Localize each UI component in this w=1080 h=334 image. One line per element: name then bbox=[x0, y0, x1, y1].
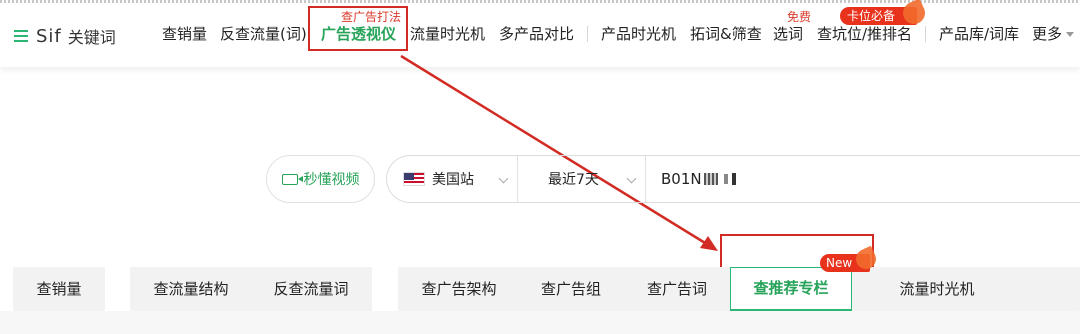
redacted-text bbox=[723, 174, 728, 184]
menu-icon[interactable] bbox=[14, 30, 28, 42]
nav-item-more[interactable]: 更多 bbox=[1032, 24, 1075, 44]
free-hint-text: 免费 bbox=[787, 10, 812, 24]
video-icon bbox=[281, 173, 303, 185]
nav-item-rank-position[interactable]: 查坑位/推排名 bbox=[817, 24, 912, 44]
tab-traffic-timemachine[interactable]: 流量时光机 bbox=[880, 267, 994, 311]
chevron-down-icon bbox=[498, 173, 509, 184]
search-bar: 美国站 最近7天 B01N bbox=[386, 155, 1080, 203]
nav-item-product-compare[interactable]: 多产品对比 bbox=[499, 24, 574, 44]
tab-ad-keywords[interactable]: 查广告词 bbox=[624, 267, 730, 311]
nav-item-keyword-expand[interactable]: 拓词&筛查 bbox=[690, 24, 762, 44]
tab-traffic-structure[interactable]: 查流量结构 bbox=[136, 267, 246, 311]
tab-reverse-traffic-words[interactable]: 反查流量词 bbox=[256, 267, 366, 311]
country-label: 美国站 bbox=[432, 172, 474, 188]
nav-divider bbox=[587, 26, 588, 42]
brand-name: Sif bbox=[36, 25, 62, 47]
asin-value: B01N bbox=[661, 170, 702, 188]
content-area-top bbox=[0, 311, 1080, 334]
redacted-text bbox=[731, 173, 736, 185]
us-flag-icon bbox=[403, 172, 425, 186]
nav-item-product-timemachine[interactable]: 产品时光机 bbox=[601, 24, 676, 44]
tab-sales[interactable]: 查销量 bbox=[13, 267, 105, 311]
brand-logo[interactable]: Sif 关键词 bbox=[14, 23, 116, 49]
nav-item-sales[interactable]: 查销量 bbox=[162, 24, 207, 44]
video-tutorial-button[interactable]: 秒懂视频 bbox=[266, 155, 375, 203]
date-range-select[interactable]: 最近7天 bbox=[518, 156, 646, 202]
chevron-down-icon bbox=[626, 173, 637, 184]
country-select[interactable]: 美国站 bbox=[387, 156, 518, 202]
brand-suffix: 关键词 bbox=[67, 28, 116, 47]
nav-more-label: 更多 bbox=[1032, 25, 1063, 43]
hot-badge: 卡位必备 bbox=[840, 7, 918, 25]
new-badge: New bbox=[820, 254, 871, 272]
nav-item-product-library[interactable]: 产品库/词库 bbox=[939, 24, 1019, 44]
tab-ad-structure[interactable]: 查广告架构 bbox=[404, 267, 514, 311]
asin-search-input[interactable]: B01N bbox=[646, 156, 1080, 202]
date-range-label: 最近7天 bbox=[548, 172, 599, 188]
highlight-box-ad-insight bbox=[308, 6, 408, 51]
tab-ad-group[interactable]: 查广告组 bbox=[518, 267, 624, 311]
video-button-label: 秒懂视频 bbox=[303, 172, 360, 188]
redacted-text bbox=[703, 173, 718, 185]
nav-divider bbox=[925, 26, 926, 42]
nav-item-keyword-select[interactable]: 选词 bbox=[773, 24, 803, 44]
tab-recommend-column[interactable]: 查推荐专栏 bbox=[730, 267, 852, 311]
chevron-down-icon bbox=[1066, 32, 1075, 37]
nav-item-reverse-traffic[interactable]: 反查流量(词) bbox=[220, 24, 307, 44]
nav-item-traffic-timemachine[interactable]: 流量时光机 bbox=[410, 24, 485, 44]
